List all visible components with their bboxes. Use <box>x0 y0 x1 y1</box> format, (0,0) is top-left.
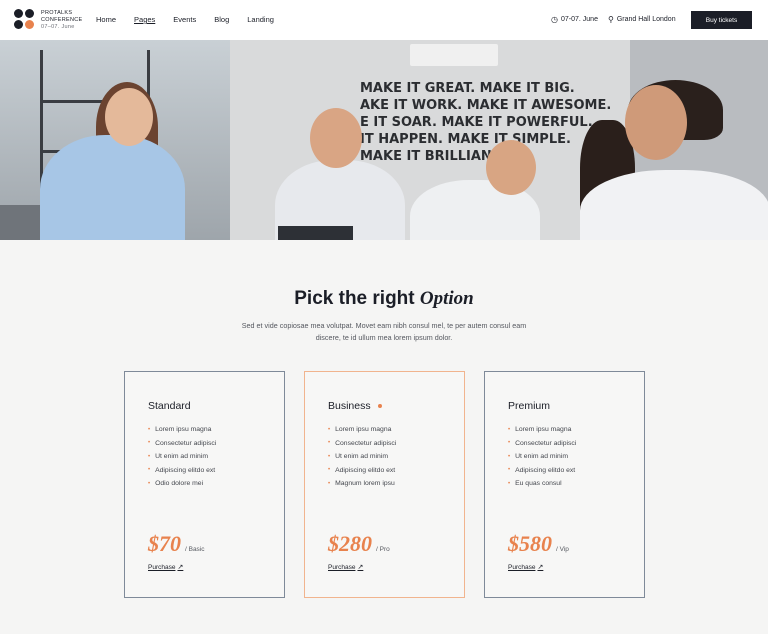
event-date-text: 07-07. June <box>560 16 598 23</box>
arrow-up-right-icon: ↗ <box>357 564 364 571</box>
feature-item: • Adipiscing elitdo ext <box>508 466 576 474</box>
bullet-icon: • <box>508 426 511 433</box>
event-location-text: Grand Hall London <box>616 16 676 23</box>
feature-item: • Lorem ipsu magna <box>508 426 572 434</box>
bullet-icon: • <box>508 440 511 447</box>
person-right <box>580 170 768 240</box>
feature-item: • Adipiscing elitdo ext <box>328 466 396 474</box>
bullet-icon: • <box>328 440 331 447</box>
buy-tickets-button[interactable]: Buy tickets <box>691 11 752 29</box>
wall-slogan: MAKE IT GREAT. MAKE IT BIG. AKE IT WORK.… <box>360 81 612 164</box>
bullet-icon: • <box>148 453 151 460</box>
map-pin-icon: ⚲ <box>607 15 614 24</box>
bullet-icon: • <box>328 467 331 474</box>
feature-item: • Ut enim ad minim <box>508 453 568 461</box>
feature-item: • Ut enim ad minim <box>148 453 208 461</box>
plan-price: $280 / Pro <box>328 531 390 557</box>
logo[interactable]: PROTALKS CONFERENCE 07–07. June <box>14 9 83 31</box>
feature-list: • Lorem ipsu magna • Consectetur adipisci … <box>328 423 396 491</box>
logo-line3: 07–07. June <box>41 23 75 30</box>
section-description: Sed et vide copiosae mea volutpat. Movet… <box>241 321 527 342</box>
arrow-up-right-icon: ↗ <box>537 564 544 571</box>
plan-price: $70 / Basic <box>148 531 205 557</box>
bullet-icon: • <box>508 480 511 487</box>
hero-image: MAKE IT GREAT. MAKE IT BIG. AKE IT WORK.… <box>0 40 768 240</box>
event-date: ◷ 07-07. June <box>551 15 598 24</box>
price-amount: $280 <box>328 531 372 556</box>
feature-item: • Consectetur adipisci <box>508 439 577 447</box>
arrow-up-right-icon: ↗ <box>177 564 184 571</box>
feature-list: • Lorem ipsu magna • Consectetur adipisci … <box>508 423 576 491</box>
bullet-icon: • <box>148 426 151 433</box>
bullet-icon: • <box>328 480 331 487</box>
price-amount: $580 <box>508 531 552 556</box>
price-period: / Vip <box>556 546 569 553</box>
clock-icon: ◷ <box>551 15 558 24</box>
laptop <box>278 226 353 240</box>
purchase-link[interactable]: Purchase ↗ <box>148 563 184 572</box>
section-title-plain: Pick the right <box>294 288 415 309</box>
logo-line2: CONFERENCE <box>41 16 83 23</box>
event-meta: ◷ 07-07. June ⚲ Grand Hall London <box>551 15 686 24</box>
bullet-icon: • <box>148 467 151 474</box>
nav-pages[interactable]: Pages <box>134 15 155 24</box>
feature-item: • Eu quas consul <box>508 480 562 488</box>
event-location: ⚲ Grand Hall London <box>608 15 676 24</box>
nav-home[interactable]: Home <box>96 15 116 24</box>
logo-mark-icon <box>14 9 36 31</box>
feature-item: • Ut enim ad minim <box>328 453 388 461</box>
price-period: / Pro <box>376 546 390 553</box>
feature-item: • Lorem ipsu magna <box>148 426 212 434</box>
feature-item: • Lorem ipsu magna <box>328 426 392 434</box>
plan-name: Business <box>328 400 382 412</box>
bullet-icon: • <box>328 426 331 433</box>
logo-text: PROTALKS CONFERENCE 07–07. June <box>41 10 83 31</box>
bullet-icon: • <box>148 440 151 447</box>
plan-name: Standard <box>148 400 191 412</box>
section-title: Pick the right Option <box>0 288 768 310</box>
site-header: PROTALKS CONFERENCE 07–07. June Home Pag… <box>0 0 768 40</box>
feature-item: • Magnum lorem ipsu <box>328 480 395 488</box>
bullet-icon: • <box>148 480 151 487</box>
purchase-link[interactable]: Purchase ↗ <box>328 563 364 572</box>
feature-list: • Lorem ipsu magna • Consectetur adipisci … <box>148 423 216 491</box>
bullet-icon: • <box>508 467 511 474</box>
nav-events[interactable]: Events <box>173 15 196 24</box>
featured-dot-icon <box>377 404 382 408</box>
price-amount: $70 <box>148 531 181 556</box>
plan-price: $580 / Vip <box>508 531 569 557</box>
feature-item: • Odio dolore mei <box>148 480 204 488</box>
pricing-card-premium: Premium • Lorem ipsu magna • Consectetur a… <box>484 371 645 598</box>
bullet-icon: • <box>328 453 331 460</box>
pricing-card-business: Business • Lorem ipsu magna • Consectetur … <box>304 371 465 598</box>
feature-item: • Consectetur adipisci <box>328 439 397 447</box>
pricing-card-standard: Standard • Lorem ipsu magna • Consectetur … <box>124 371 285 598</box>
nav-blog[interactable]: Blog <box>214 15 229 24</box>
person-left <box>40 135 185 240</box>
bullet-icon: • <box>508 453 511 460</box>
section-title-italic: Option <box>419 288 474 309</box>
logo-line1: PROTALKS <box>41 9 73 16</box>
nav-landing[interactable]: Landing <box>247 15 274 24</box>
price-period: / Basic <box>185 546 205 553</box>
feature-item: • Consectetur adipisci <box>148 439 217 447</box>
feature-item: • Adipiscing elitdo ext <box>148 466 216 474</box>
purchase-link[interactable]: Purchase ↗ <box>508 563 544 572</box>
main-nav: Home Pages Events Blog Landing <box>96 15 292 24</box>
plan-name: Premium <box>508 400 551 412</box>
